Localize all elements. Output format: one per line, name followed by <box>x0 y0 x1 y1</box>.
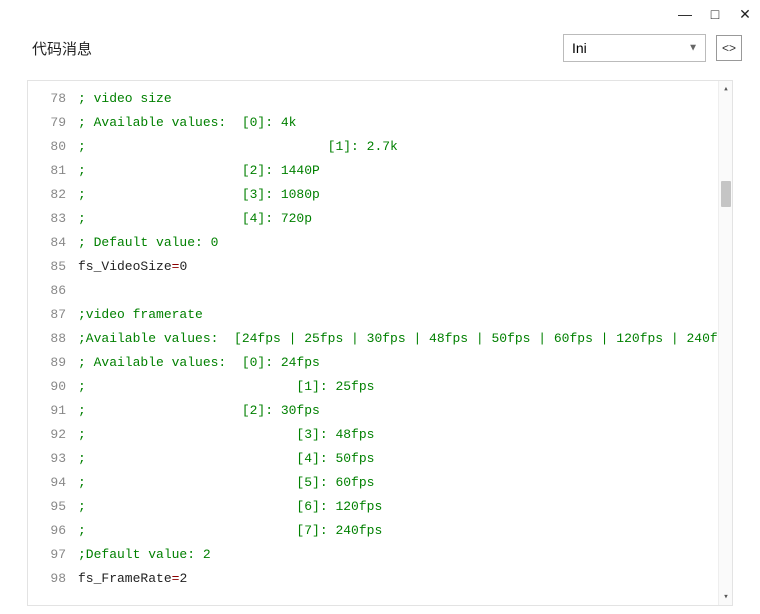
code-line[interactable]: ; video size <box>78 87 718 111</box>
comment-token: ; Default value: 0 <box>78 235 218 250</box>
dialog-header: 代码消息 Ini ▼ <> <box>0 28 760 68</box>
line-number: 87 <box>28 303 78 327</box>
line-number: 89 <box>28 351 78 375</box>
line-number: 78 <box>28 87 78 111</box>
comment-token: ; [4]: 50fps <box>78 451 374 466</box>
code-line[interactable]: ; [6]: 120fps <box>78 495 718 519</box>
code-line[interactable]: fs_VideoSize=0 <box>78 255 718 279</box>
code-line[interactable] <box>78 279 718 303</box>
line-number: 98 <box>28 567 78 591</box>
line-number: 92 <box>28 423 78 447</box>
comment-token: ; [5]: 60fps <box>78 475 374 490</box>
key-token: fs_FrameRate <box>78 571 172 586</box>
line-number: 96 <box>28 519 78 543</box>
scroll-thumb[interactable] <box>721 181 731 207</box>
comment-token: ;Available values: [24fps | 25fps | 30fp… <box>78 331 732 346</box>
code-line[interactable]: ; Available values: [0]: 24fps <box>78 351 718 375</box>
line-number-gutter: 7879808182838485868788899091929394959697… <box>28 81 78 591</box>
code-line[interactable]: ;Available values: [24fps | 25fps | 30fp… <box>78 327 718 351</box>
language-select-input[interactable]: Ini <box>563 34 706 62</box>
comment-token: ; [3]: 1080p <box>78 187 320 202</box>
code-line[interactable]: ; [3]: 48fps <box>78 423 718 447</box>
vertical-scrollbar[interactable]: ▴ ▾ <box>718 81 732 605</box>
window-close-button[interactable]: ✕ <box>738 7 752 21</box>
code-line[interactable]: ; [3]: 1080p <box>78 183 718 207</box>
line-number: 93 <box>28 447 78 471</box>
line-number: 91 <box>28 399 78 423</box>
code-line[interactable]: ; [1]: 2.7k <box>78 135 718 159</box>
comment-token: ; [3]: 48fps <box>78 427 374 442</box>
comment-token: ; Available values: [0]: 24fps <box>78 355 320 370</box>
line-number: 81 <box>28 159 78 183</box>
comment-token: ; [1]: 2.7k <box>78 139 398 154</box>
comment-token: ;video framerate <box>78 307 203 322</box>
line-number: 86 <box>28 279 78 303</box>
code-line[interactable]: ; [2]: 30fps <box>78 399 718 423</box>
code-line[interactable]: ; [4]: 50fps <box>78 447 718 471</box>
code-line[interactable]: ; [7]: 240fps <box>78 519 718 543</box>
code-line[interactable]: ;Default value: 2 <box>78 543 718 567</box>
code-icon: <> <box>722 41 736 55</box>
code-line[interactable]: ; [5]: 60fps <box>78 471 718 495</box>
window-maximize-button[interactable]: □ <box>708 7 722 21</box>
comment-token: ; [7]: 240fps <box>78 523 382 538</box>
code-line[interactable]: ; [4]: 720p <box>78 207 718 231</box>
dialog-title: 代码消息 <box>32 38 92 59</box>
code-line[interactable]: ; Default value: 0 <box>78 231 718 255</box>
code-line[interactable]: ; [1]: 25fps <box>78 375 718 399</box>
code-content[interactable]: ; video size ; Available values: [0]: 4k;… <box>78 81 718 591</box>
line-number: 90 <box>28 375 78 399</box>
code-editor: 7879808182838485868788899091929394959697… <box>27 80 733 606</box>
scroll-down-button[interactable]: ▾ <box>719 589 732 605</box>
key-token: fs_VideoSize <box>78 259 172 274</box>
line-number: 79 <box>28 111 78 135</box>
comment-token: ; [6]: 120fps <box>78 499 382 514</box>
comment-token: ; [2]: 30fps <box>78 403 320 418</box>
comment-token: ; [4]: 720p <box>78 211 312 226</box>
line-number: 97 <box>28 543 78 567</box>
line-number: 82 <box>28 183 78 207</box>
code-line[interactable]: ;video framerate <box>78 303 718 327</box>
comment-token: ; Available values: [0]: 4k <box>78 115 296 130</box>
code-toggle-button[interactable]: <> <box>716 35 742 61</box>
code-line[interactable]: fs_FrameRate=2 <box>78 567 718 591</box>
code-line[interactable]: ; [2]: 1440P <box>78 159 718 183</box>
scroll-up-button[interactable]: ▴ <box>719 81 732 97</box>
comment-token: ; [1]: 25fps <box>78 379 374 394</box>
window-minimize-button[interactable]: — <box>678 7 692 21</box>
line-number: 84 <box>28 231 78 255</box>
language-select[interactable]: Ini ▼ <box>563 34 706 62</box>
line-number: 88 <box>28 327 78 351</box>
line-number: 80 <box>28 135 78 159</box>
titlebar: — □ ✕ <box>0 0 760 28</box>
line-number: 83 <box>28 207 78 231</box>
code-line[interactable]: ; Available values: [0]: 4k <box>78 111 718 135</box>
comment-token: ;Default value: 2 <box>78 547 211 562</box>
line-number: 95 <box>28 495 78 519</box>
value-token: 2 <box>179 571 187 586</box>
comment-token: ; [2]: 1440P <box>78 163 320 178</box>
line-number: 94 <box>28 471 78 495</box>
line-number: 85 <box>28 255 78 279</box>
comment-token: ; video size <box>78 91 172 106</box>
value-token: 0 <box>179 259 187 274</box>
